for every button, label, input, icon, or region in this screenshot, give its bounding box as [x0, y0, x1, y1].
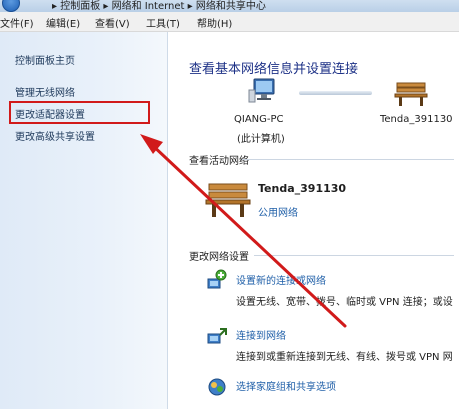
- page-title: 查看基本网络信息并设置连接: [189, 62, 359, 77]
- change-settings-heading: 更改网络设置: [189, 252, 249, 263]
- network-map-name: Tenda_391130: [380, 114, 453, 125]
- sidebar-item-manage-wireless[interactable]: 管理无线网络: [15, 84, 75, 99]
- breadcrumb[interactable]: ▸ 控制面板 ▸ 网络和 Internet ▸ 网络和共享中心: [52, 0, 266, 12]
- computer-subtitle: (此计算机): [237, 134, 285, 145]
- bench-network-icon: [205, 183, 251, 217]
- connect-to-network-link[interactable]: 连接到网络: [236, 327, 286, 342]
- divider: [254, 255, 454, 256]
- computer-icon[interactable]: [248, 76, 278, 106]
- active-network-heading: 查看活动网络: [189, 156, 249, 167]
- sidebar-item-advanced-sharing[interactable]: 更改高级共享设置: [15, 128, 95, 143]
- computer-name: QIANG-PC: [234, 114, 284, 125]
- homegroup-sharing-link[interactable]: 选择家庭组和共享选项: [236, 378, 336, 393]
- menu-view[interactable]: 查看(V): [95, 15, 130, 30]
- sidebar: 控制面板主页 管理无线网络 更改适配器设置 更改高级共享设置: [0, 32, 168, 409]
- setup-new-connection-link[interactable]: 设置新的连接或网络: [236, 272, 326, 287]
- network-type-link[interactable]: 公用网络: [258, 204, 298, 219]
- setup-new-connection-desc: 设置无线、宽带、拨号、临时或 VPN 连接；或设: [236, 297, 453, 308]
- homegroup-icon: [208, 378, 226, 396]
- bench-network-icon[interactable]: [394, 79, 428, 107]
- connect-network-icon: [207, 328, 227, 344]
- back-button[interactable]: [2, 0, 20, 12]
- menu-tools[interactable]: 工具(T): [146, 15, 180, 30]
- menu-file[interactable]: 文件(F): [0, 15, 34, 30]
- active-network-name: Tenda_391130: [258, 182, 347, 195]
- connection-line: [299, 91, 372, 95]
- divider: [242, 159, 454, 160]
- new-connection-icon: [207, 269, 227, 289]
- menu-bar: 文件(F) 编辑(E) 查看(V) 工具(T) 帮助(H): [0, 12, 459, 32]
- address-bar: ▸ 控制面板 ▸ 网络和 Internet ▸ 网络和共享中心: [0, 0, 459, 12]
- connect-to-network-desc: 连接到或重新连接到无线、有线、拨号或 VPN 网: [236, 352, 453, 363]
- menu-help[interactable]: 帮助(H): [197, 15, 232, 30]
- highlight-box: [9, 101, 150, 124]
- menu-edit[interactable]: 编辑(E): [46, 15, 80, 30]
- sidebar-item-control-panel-home[interactable]: 控制面板主页: [15, 52, 75, 67]
- main-panel: 查看基本网络信息并设置连接 QIANG-PC (此计算机) Tenda_3911…: [168, 32, 459, 409]
